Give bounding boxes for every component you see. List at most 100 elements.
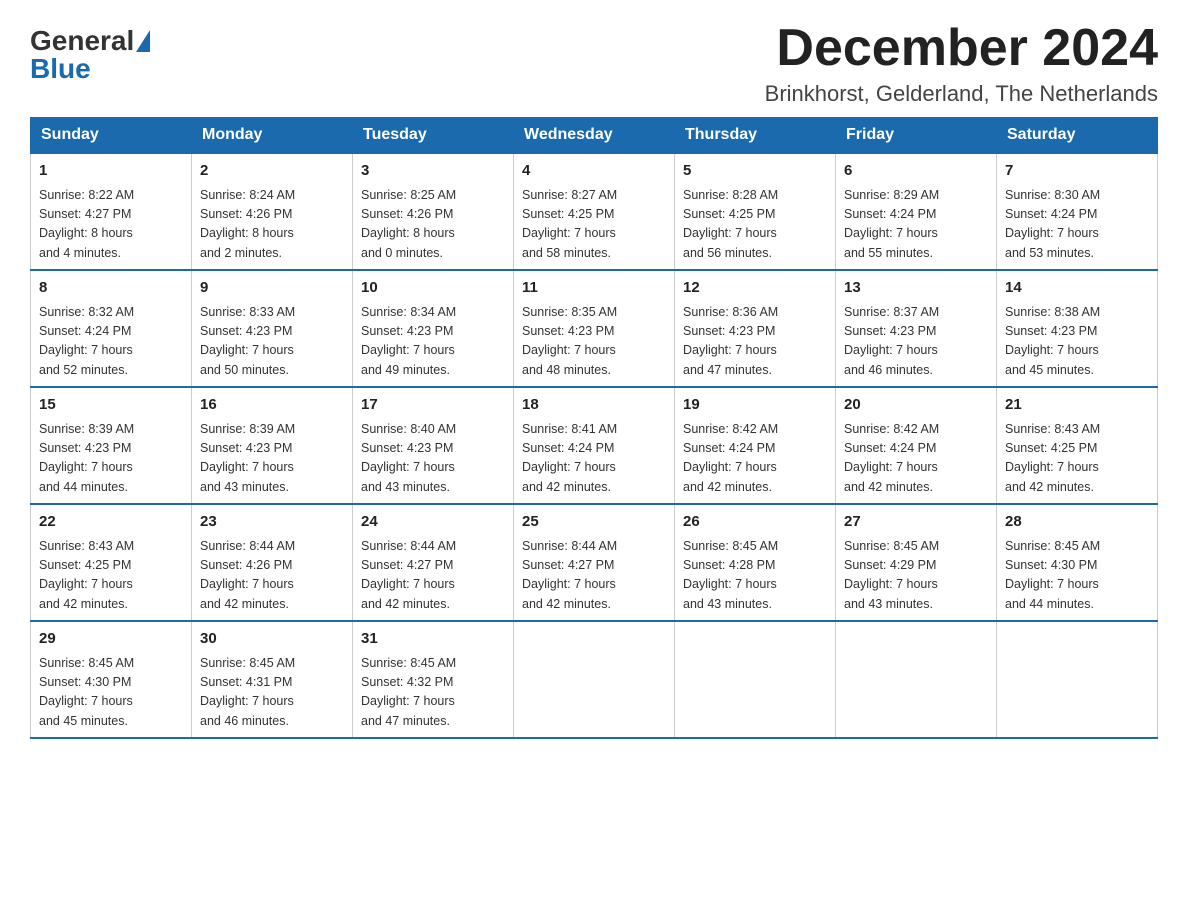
day-number: 10 bbox=[361, 277, 505, 300]
day-number: 17 bbox=[361, 394, 505, 417]
day-info: Sunrise: 8:42 AMSunset: 4:24 PMDaylight:… bbox=[844, 420, 988, 498]
calendar-day-cell: 18 Sunrise: 8:41 AMSunset: 4:24 PMDayligh… bbox=[514, 387, 675, 504]
calendar-day-cell: 24 Sunrise: 8:44 AMSunset: 4:27 PMDayligh… bbox=[353, 504, 514, 621]
location-subtitle: Brinkhorst, Gelderland, The Netherlands bbox=[765, 81, 1158, 107]
calendar-week-row: 8 Sunrise: 8:32 AMSunset: 4:24 PMDaylight… bbox=[31, 270, 1158, 387]
day-info: Sunrise: 8:29 AMSunset: 4:24 PMDaylight:… bbox=[844, 186, 988, 264]
calendar-day-cell: 25 Sunrise: 8:44 AMSunset: 4:27 PMDayligh… bbox=[514, 504, 675, 621]
calendar-day-cell bbox=[997, 621, 1158, 738]
day-info: Sunrise: 8:38 AMSunset: 4:23 PMDaylight:… bbox=[1005, 303, 1149, 381]
day-info: Sunrise: 8:44 AMSunset: 4:27 PMDaylight:… bbox=[361, 537, 505, 615]
day-info: Sunrise: 8:45 AMSunset: 4:28 PMDaylight:… bbox=[683, 537, 827, 615]
day-number: 24 bbox=[361, 511, 505, 534]
calendar-day-cell: 21Sunrise: 8:43 AMSunset: 4:25 PMDayligh… bbox=[997, 387, 1158, 504]
calendar-day-cell: 20 Sunrise: 8:42 AMSunset: 4:24 PMDayligh… bbox=[836, 387, 997, 504]
title-area: December 2024 Brinkhorst, Gelderland, Th… bbox=[765, 20, 1158, 107]
day-number: 26 bbox=[683, 511, 827, 534]
day-number: 18 bbox=[522, 394, 666, 417]
day-info: Sunrise: 8:35 AMSunset: 4:23 PMDaylight:… bbox=[522, 303, 666, 381]
day-info: Sunrise: 8:42 AMSunset: 4:24 PMDaylight:… bbox=[683, 420, 827, 498]
day-number: 5 bbox=[683, 160, 827, 183]
calendar-day-cell: 3 Sunrise: 8:25 AMSunset: 4:26 PMDaylight… bbox=[353, 153, 514, 270]
day-number: 4 bbox=[522, 160, 666, 183]
day-info: Sunrise: 8:27 AMSunset: 4:25 PMDaylight:… bbox=[522, 186, 666, 264]
day-info: Sunrise: 8:45 AMSunset: 4:32 PMDaylight:… bbox=[361, 654, 505, 732]
day-number: 13 bbox=[844, 277, 988, 300]
calendar-day-cell: 5 Sunrise: 8:28 AMSunset: 4:25 PMDaylight… bbox=[675, 153, 836, 270]
day-info: Sunrise: 8:45 AMSunset: 4:30 PMDaylight:… bbox=[1005, 537, 1149, 615]
day-info: Sunrise: 8:40 AMSunset: 4:23 PMDaylight:… bbox=[361, 420, 505, 498]
weekday-header-saturday: Saturday bbox=[997, 118, 1158, 154]
day-info: Sunrise: 8:34 AMSunset: 4:23 PMDaylight:… bbox=[361, 303, 505, 381]
weekday-header-thursday: Thursday bbox=[675, 118, 836, 154]
day-info: Sunrise: 8:43 AMSunset: 4:25 PMDaylight:… bbox=[1005, 420, 1149, 498]
logo-blue-text: Blue bbox=[30, 53, 91, 85]
calendar-day-cell bbox=[514, 621, 675, 738]
day-info: Sunrise: 8:25 AMSunset: 4:26 PMDaylight:… bbox=[361, 186, 505, 264]
day-number: 28 bbox=[1005, 511, 1149, 534]
day-info: Sunrise: 8:45 AMSunset: 4:29 PMDaylight:… bbox=[844, 537, 988, 615]
day-info: Sunrise: 8:22 AMSunset: 4:27 PMDaylight:… bbox=[39, 186, 183, 264]
calendar-week-row: 15 Sunrise: 8:39 AMSunset: 4:23 PMDayligh… bbox=[31, 387, 1158, 504]
calendar-day-cell: 17 Sunrise: 8:40 AMSunset: 4:23 PMDayligh… bbox=[353, 387, 514, 504]
day-number: 27 bbox=[844, 511, 988, 534]
day-number: 30 bbox=[200, 628, 344, 651]
day-info: Sunrise: 8:39 AMSunset: 4:23 PMDaylight:… bbox=[39, 420, 183, 498]
day-info: Sunrise: 8:28 AMSunset: 4:25 PMDaylight:… bbox=[683, 186, 827, 264]
day-info: Sunrise: 8:33 AMSunset: 4:23 PMDaylight:… bbox=[200, 303, 344, 381]
day-number: 11 bbox=[522, 277, 666, 300]
weekday-header-friday: Friday bbox=[836, 118, 997, 154]
logo-triangle-icon bbox=[136, 30, 150, 52]
calendar-day-cell: 13 Sunrise: 8:37 AMSunset: 4:23 PMDayligh… bbox=[836, 270, 997, 387]
day-info: Sunrise: 8:37 AMSunset: 4:23 PMDaylight:… bbox=[844, 303, 988, 381]
calendar-day-cell bbox=[675, 621, 836, 738]
weekday-header-row: SundayMondayTuesdayWednesdayThursdayFrid… bbox=[31, 118, 1158, 154]
day-number: 2 bbox=[200, 160, 344, 183]
day-number: 22 bbox=[39, 511, 183, 534]
day-number: 12 bbox=[683, 277, 827, 300]
calendar-day-cell: 19 Sunrise: 8:42 AMSunset: 4:24 PMDayligh… bbox=[675, 387, 836, 504]
calendar-day-cell: 11 Sunrise: 8:35 AMSunset: 4:23 PMDayligh… bbox=[514, 270, 675, 387]
day-info: Sunrise: 8:44 AMSunset: 4:27 PMDaylight:… bbox=[522, 537, 666, 615]
day-number: 20 bbox=[844, 394, 988, 417]
calendar-day-cell: 12 Sunrise: 8:36 AMSunset: 4:23 PMDayligh… bbox=[675, 270, 836, 387]
day-number: 29 bbox=[39, 628, 183, 651]
calendar-day-cell: 10 Sunrise: 8:34 AMSunset: 4:23 PMDayligh… bbox=[353, 270, 514, 387]
calendar-week-row: 1Sunrise: 8:22 AMSunset: 4:27 PMDaylight… bbox=[31, 153, 1158, 270]
day-info: Sunrise: 8:43 AMSunset: 4:25 PMDaylight:… bbox=[39, 537, 183, 615]
day-number: 3 bbox=[361, 160, 505, 183]
calendar-week-row: 29Sunrise: 8:45 AMSunset: 4:30 PMDayligh… bbox=[31, 621, 1158, 738]
calendar-day-cell: 23Sunrise: 8:44 AMSunset: 4:26 PMDayligh… bbox=[192, 504, 353, 621]
calendar-day-cell: 2 Sunrise: 8:24 AMSunset: 4:26 PMDaylight… bbox=[192, 153, 353, 270]
day-info: Sunrise: 8:36 AMSunset: 4:23 PMDaylight:… bbox=[683, 303, 827, 381]
calendar-week-row: 22 Sunrise: 8:43 AMSunset: 4:25 PMDayligh… bbox=[31, 504, 1158, 621]
calendar-day-cell: 9 Sunrise: 8:33 AMSunset: 4:23 PMDaylight… bbox=[192, 270, 353, 387]
day-number: 15 bbox=[39, 394, 183, 417]
calendar-day-cell: 28 Sunrise: 8:45 AMSunset: 4:30 PMDayligh… bbox=[997, 504, 1158, 621]
day-info: Sunrise: 8:41 AMSunset: 4:24 PMDaylight:… bbox=[522, 420, 666, 498]
weekday-header-sunday: Sunday bbox=[31, 118, 192, 154]
month-title: December 2024 bbox=[765, 20, 1158, 77]
day-info: Sunrise: 8:32 AMSunset: 4:24 PMDaylight:… bbox=[39, 303, 183, 381]
calendar-day-cell bbox=[836, 621, 997, 738]
weekday-header-tuesday: Tuesday bbox=[353, 118, 514, 154]
weekday-header-wednesday: Wednesday bbox=[514, 118, 675, 154]
calendar-day-cell: 4 Sunrise: 8:27 AMSunset: 4:25 PMDaylight… bbox=[514, 153, 675, 270]
calendar-day-cell: 22 Sunrise: 8:43 AMSunset: 4:25 PMDayligh… bbox=[31, 504, 192, 621]
logo: General Blue bbox=[30, 25, 150, 85]
day-number: 8 bbox=[39, 277, 183, 300]
calendar-day-cell: 6 Sunrise: 8:29 AMSunset: 4:24 PMDaylight… bbox=[836, 153, 997, 270]
day-info: Sunrise: 8:44 AMSunset: 4:26 PMDaylight:… bbox=[200, 537, 344, 615]
day-number: 25 bbox=[522, 511, 666, 534]
day-number: 19 bbox=[683, 394, 827, 417]
day-info: Sunrise: 8:24 AMSunset: 4:26 PMDaylight:… bbox=[200, 186, 344, 264]
day-number: 9 bbox=[200, 277, 344, 300]
weekday-header-monday: Monday bbox=[192, 118, 353, 154]
calendar-day-cell: 31Sunrise: 8:45 AMSunset: 4:32 PMDayligh… bbox=[353, 621, 514, 738]
calendar-day-cell: 1Sunrise: 8:22 AMSunset: 4:27 PMDaylight… bbox=[31, 153, 192, 270]
day-number: 6 bbox=[844, 160, 988, 183]
calendar-day-cell: 15 Sunrise: 8:39 AMSunset: 4:23 PMDayligh… bbox=[31, 387, 192, 504]
calendar-day-cell: 14 Sunrise: 8:38 AMSunset: 4:23 PMDayligh… bbox=[997, 270, 1158, 387]
calendar-table: SundayMondayTuesdayWednesdayThursdayFrid… bbox=[30, 117, 1158, 739]
day-number: 14 bbox=[1005, 277, 1149, 300]
